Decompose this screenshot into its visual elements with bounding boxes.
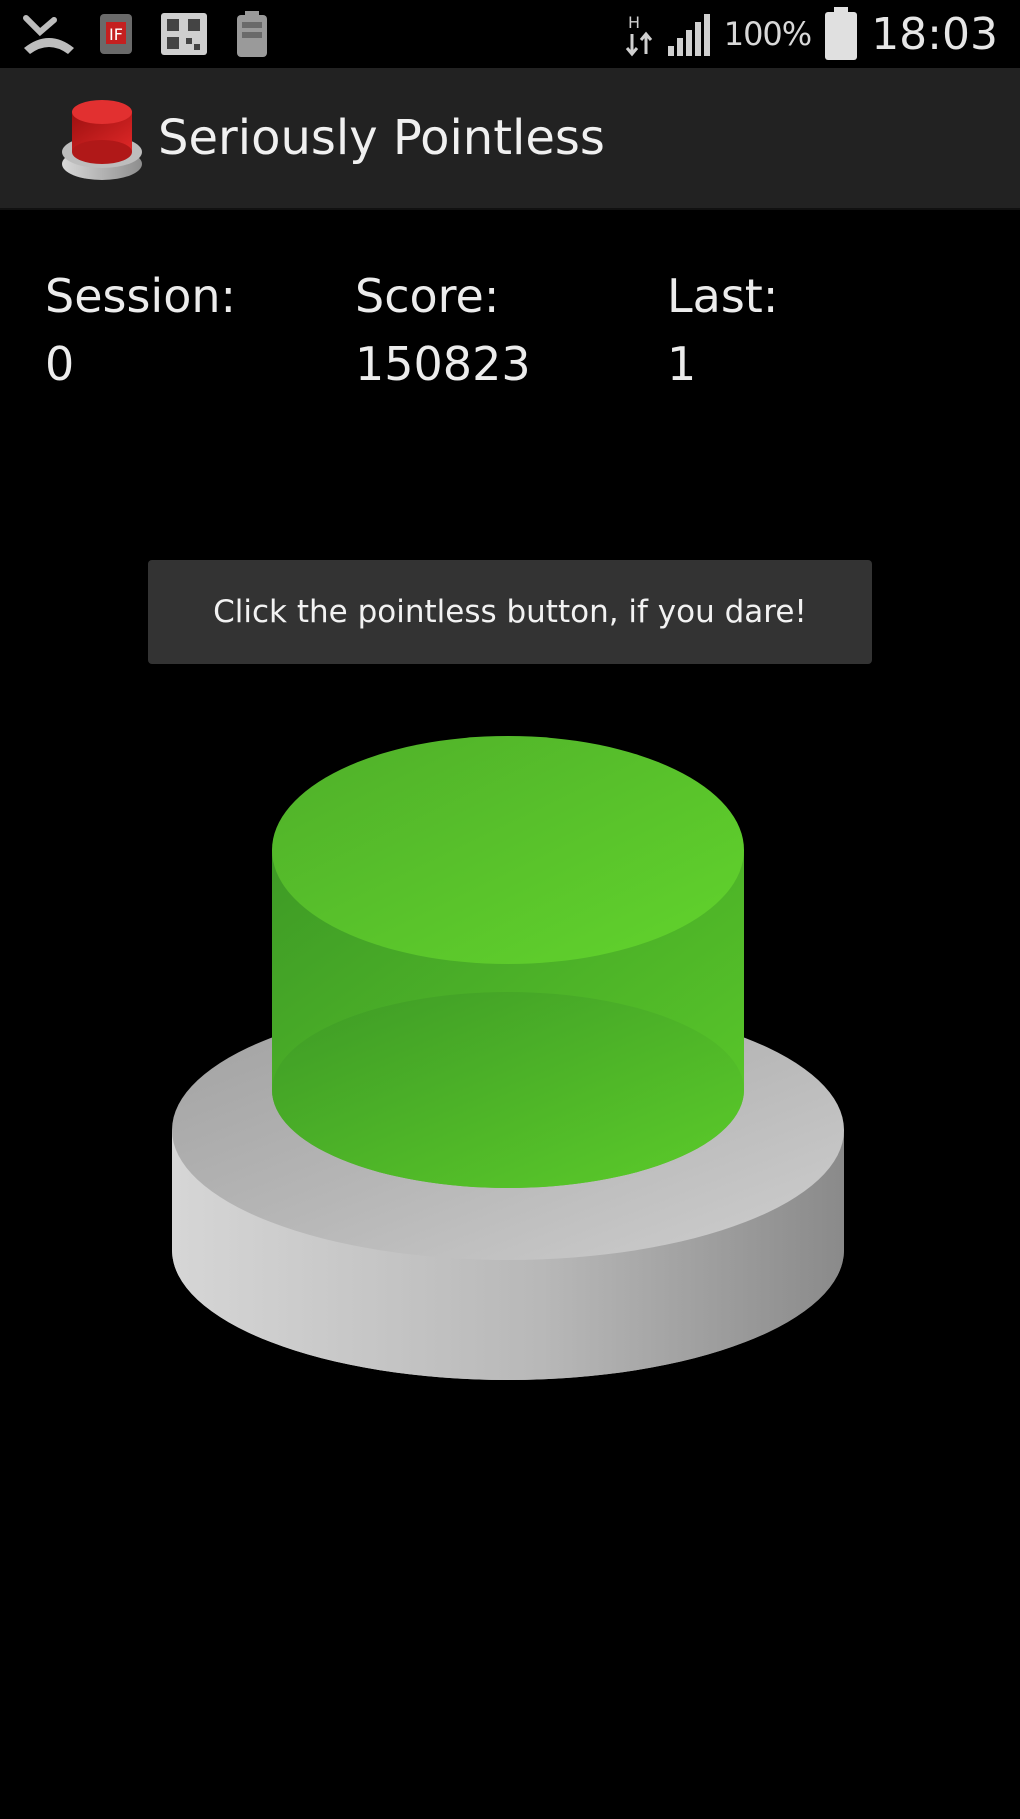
battery-saver-icon [230,10,274,58]
svg-text:IF: IF [109,25,123,44]
status-right-group: H 100% 18:03 [624,0,998,68]
last-label: Last: [667,269,779,323]
status-clock: 18:03 [871,8,998,60]
app-title: Seriously Pointless [158,110,605,166]
score-stat: Score: 150823 [355,262,635,398]
signal-icon [666,10,712,58]
sim-card-icon [158,10,210,58]
score-value: 150823 [355,337,531,391]
data-arrows-icon: H [624,10,654,58]
battery-icon [823,6,859,62]
flash-card-icon: IF [96,10,136,58]
session-value: 0 [45,337,75,391]
pointless-button[interactable] [160,720,860,1440]
status-bar: IF H 100% 18:03 [0,0,1020,68]
last-value: 1 [667,337,697,391]
svg-text:H: H [628,13,640,32]
button-top [272,736,744,964]
red-button-app-icon[interactable] [58,90,148,186]
last-stat: Last: 1 [667,262,947,398]
battery-percent: 100% [723,15,812,53]
hint-toast: Click the pointless button, if you dare! [148,560,872,664]
session-label: Session: [45,269,237,323]
session-stat: Session: 0 [45,262,325,398]
score-label: Score: [355,269,500,323]
missed-call-icon [22,10,76,58]
action-bar: Seriously Pointless [0,68,1020,210]
